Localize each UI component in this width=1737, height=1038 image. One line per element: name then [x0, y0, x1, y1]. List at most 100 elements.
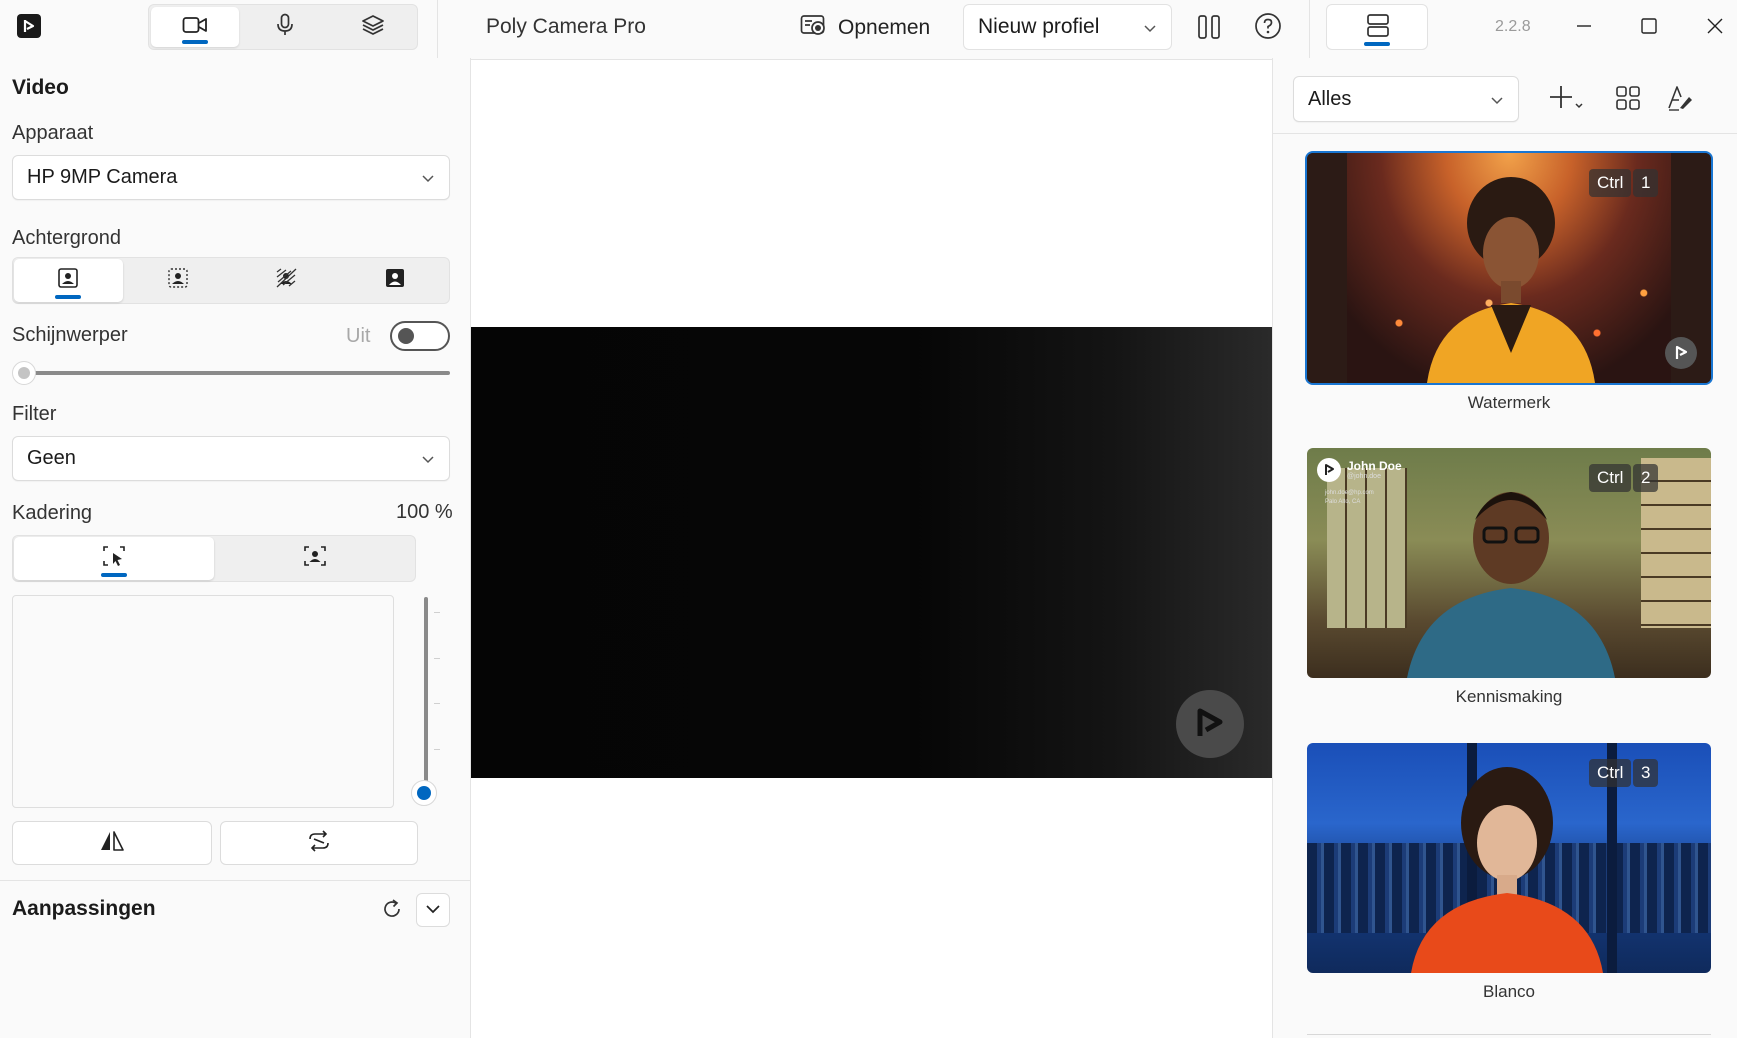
zoom-tick — [434, 658, 440, 659]
help-button[interactable] — [1251, 11, 1285, 45]
device-label: Apparaat — [12, 122, 94, 144]
minimize-button[interactable] — [1566, 10, 1602, 46]
active-option-indicator — [101, 573, 127, 577]
scene-filter-select[interactable]: Alles — [1293, 76, 1519, 122]
layout-toggle-button[interactable] — [1326, 4, 1428, 50]
profile-select[interactable]: Nieuw profiel — [963, 4, 1172, 50]
auto-framing-option[interactable] — [215, 536, 415, 581]
shortcut-modifier: Ctrl — [1589, 464, 1632, 492]
device-select[interactable]: HP 9MP Camera — [12, 155, 450, 200]
scroll-edge — [1307, 1034, 1711, 1035]
rotate-icon — [306, 829, 332, 857]
tab-layers[interactable] — [329, 5, 417, 49]
spotlight-slider-thumb[interactable] — [12, 361, 36, 385]
shortcut-modifier: Ctrl — [1589, 169, 1632, 197]
edit-scene-button[interactable] — [1662, 82, 1698, 118]
chevron-down-icon — [421, 447, 435, 470]
person-portrait-icon — [57, 267, 79, 294]
background-label: Achtergrond — [12, 227, 121, 249]
close-icon — [1706, 17, 1724, 40]
profile-value: Nieuw profiel — [978, 15, 1100, 38]
reset-adjustments-button[interactable] — [378, 897, 406, 925]
text-edit-icon — [1666, 84, 1694, 117]
plus-icon — [1547, 82, 1587, 119]
split-view-button[interactable] — [1192, 12, 1226, 46]
scene-card-watermark[interactable]: Ctrl 1 — [1305, 151, 1713, 385]
poly-logo-icon — [1665, 337, 1697, 369]
background-effect-option[interactable] — [232, 258, 341, 303]
scene-card-introduction[interactable]: John Doe @john.doe john.doe@hp.com Palo … — [1307, 448, 1711, 678]
record-label: Opnemen — [838, 16, 931, 39]
poly-watermark-logo — [1176, 690, 1244, 758]
overlay-name: John Doe — [1347, 459, 1402, 473]
tab-video[interactable] — [151, 7, 239, 47]
maximize-icon — [1640, 17, 1658, 40]
shortcut-key: 1 — [1633, 169, 1659, 197]
framing-position-pad[interactable] — [12, 595, 394, 808]
framing-value: 100 % — [396, 501, 453, 523]
auto-frame-icon — [303, 545, 327, 572]
grid-view-button[interactable] — [1610, 82, 1646, 118]
divider — [471, 59, 1272, 60]
shortcut-modifier: Ctrl — [1589, 759, 1632, 787]
background-off-icon — [274, 267, 298, 294]
zoom-slider-track — [424, 597, 428, 792]
spotlight-toggle[interactable] — [390, 321, 450, 351]
divider — [1273, 133, 1737, 134]
adjustments-title: Aanpassingen — [12, 897, 156, 920]
background-replace-option[interactable] — [341, 258, 450, 303]
video-camera-icon — [182, 15, 208, 40]
rows-icon — [1364, 13, 1392, 44]
manual-frame-icon — [102, 545, 126, 572]
scene-label: Blanco — [1483, 982, 1535, 1001]
close-button[interactable] — [1697, 10, 1733, 46]
toggle-knob — [398, 328, 414, 344]
blur-background-icon — [167, 267, 189, 294]
version-label: 2.2.8 — [1495, 18, 1531, 35]
active-option-indicator — [55, 295, 82, 299]
columns-icon — [1197, 14, 1221, 45]
scene-card-blank[interactable]: Ctrl 3 — [1307, 743, 1711, 973]
background-mode-selector — [12, 257, 450, 304]
record-button[interactable]: Opnemen — [800, 13, 930, 43]
zoom-tick — [434, 612, 440, 613]
divider — [0, 880, 470, 881]
main-tabs — [148, 4, 418, 50]
rotate-button[interactable] — [220, 821, 418, 865]
active-layout-indicator — [1364, 42, 1390, 46]
app-title: Poly Camera Pro — [486, 15, 646, 38]
slider-dot — [18, 367, 30, 379]
person-filled-icon — [384, 267, 406, 294]
manual-framing-option[interactable] — [14, 537, 214, 580]
maximize-button[interactable] — [1631, 10, 1667, 46]
device-value: HP 9MP Camera — [27, 166, 178, 188]
overlay-email: john.doe@hp.com — [1325, 490, 1374, 496]
zoom-tick — [434, 749, 440, 750]
video-section-title: Video — [12, 76, 69, 99]
filter-value: Geen — [27, 447, 76, 469]
layers-icon — [361, 13, 385, 42]
record-icon — [800, 13, 828, 43]
app-logo — [17, 14, 41, 38]
add-scene-button[interactable] — [1544, 80, 1590, 120]
spotlight-state: Uit — [346, 325, 371, 347]
help-icon — [1254, 12, 1282, 45]
overlay-handle: @john.doe — [1347, 473, 1381, 480]
tab-audio[interactable] — [241, 5, 329, 49]
refresh-icon — [381, 898, 403, 925]
divider — [437, 0, 438, 58]
slider-dot — [417, 786, 431, 800]
background-blur-option[interactable] — [124, 258, 233, 303]
chevron-down-icon — [421, 166, 435, 189]
overlay-location: Palo Alto, CA — [1325, 499, 1361, 505]
flip-horizontal-icon — [99, 830, 125, 857]
zoom-slider-thumb[interactable] — [411, 780, 437, 806]
background-none-option[interactable] — [14, 259, 123, 302]
shortcut-key: 3 — [1633, 759, 1659, 787]
expand-adjustments-button[interactable] — [416, 893, 450, 927]
flip-horizontal-button[interactable] — [12, 821, 212, 865]
title-bar: Poly Camera Pro Opnemen Nieuw profiel 2.… — [0, 0, 1737, 58]
poly-logo-icon — [1317, 458, 1341, 482]
filter-select[interactable]: Geen — [12, 436, 450, 481]
scene-label: Kennismaking — [1455, 687, 1563, 706]
